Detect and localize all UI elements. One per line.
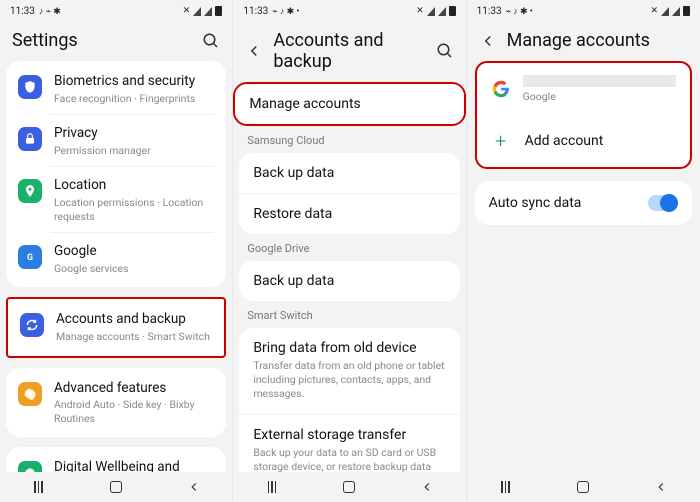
account-provider: Google <box>523 90 676 103</box>
list-card: Manage accounts <box>233 82 465 126</box>
row-sub: Google services <box>54 262 214 276</box>
row-label: Manage accounts <box>249 96 449 112</box>
row-sub: Permission manager <box>54 144 214 158</box>
back-icon[interactable] <box>245 42 263 60</box>
row-sub: Location permissions · Location requests <box>54 196 214 223</box>
screen-manage-accounts: 11:33⌁ ♪ ✱ • ✕ Manage accounts Google <box>467 0 700 502</box>
settings-row-circle[interactable]: Digital Wellbeing and <box>6 449 226 472</box>
list-card: Bring data from old device Transfer data … <box>239 328 459 472</box>
list-row[interactable]: Restore data <box>239 194 459 234</box>
row-label: Privacy <box>54 125 214 143</box>
row-label: Accounts and backup <box>56 311 212 329</box>
sync-icon <box>20 313 44 337</box>
add-account-row[interactable]: + Add account <box>477 115 690 167</box>
status-bar: 11:33⌁ ♪ ✱ • ✕ <box>233 0 465 22</box>
settings-card: Biometrics and securityFace recognition … <box>6 61 226 287</box>
list-row[interactable]: Back up data <box>239 261 459 301</box>
row-label: Back up data <box>253 165 445 181</box>
svg-text:G: G <box>27 253 33 263</box>
section-header: Samsung Cloud <box>233 126 465 153</box>
settings-card: Advanced featuresAndroid Auto · Side key… <box>6 368 226 438</box>
back-icon[interactable] <box>479 32 497 50</box>
account-email-redacted <box>523 75 676 87</box>
settings-row-shield[interactable]: Biometrics and securityFace recognition … <box>6 63 226 115</box>
nav-home[interactable] <box>334 478 364 496</box>
section-header: Smart Switch <box>233 301 465 328</box>
nav-recent[interactable] <box>491 478 521 496</box>
pin-icon <box>18 179 42 203</box>
nav-recent[interactable] <box>24 478 54 496</box>
screen-accounts-backup: 11:33⌁ ♪ ✱ • ✕ Accounts and backup Manag… <box>233 0 466 502</box>
page-title: Accounts and backup <box>273 30 425 72</box>
list-row[interactable]: Back up data <box>239 153 459 194</box>
search-icon[interactable] <box>202 32 220 50</box>
gear-icon <box>18 382 42 406</box>
row-label: Digital Wellbeing and <box>54 459 214 472</box>
nav-bar <box>0 472 232 502</box>
g-icon: G <box>18 245 42 269</box>
clock: 11:33 <box>10 6 35 17</box>
row-label: Biometrics and security <box>54 73 214 91</box>
list-row[interactable]: External storage transfer Back up your da… <box>239 415 459 472</box>
header: Manage accounts <box>467 22 700 61</box>
nav-back[interactable] <box>179 478 209 496</box>
clock: 11:33 <box>477 6 502 17</box>
account-row-google[interactable]: Google <box>477 63 690 115</box>
header: Accounts and backup <box>233 22 465 82</box>
nav-recent[interactable] <box>257 478 287 496</box>
add-account-label: Add account <box>525 133 604 149</box>
row-label: Bring data from old device <box>253 340 445 356</box>
nav-bar <box>233 472 465 502</box>
screen-settings: 11:33♪ ⌁ ✱ ✕ Settings Biometrics and sec… <box>0 0 233 502</box>
settings-row-gear[interactable]: Advanced featuresAndroid Auto · Side key… <box>6 370 226 436</box>
list-row[interactable]: Bring data from old device Transfer data … <box>239 328 459 415</box>
row-label: Advanced features <box>54 380 214 398</box>
row-sub: Manage accounts · Smart Switch <box>56 330 212 344</box>
settings-row-pin[interactable]: LocationLocation permissions · Location … <box>6 167 226 233</box>
clock: 11:33 <box>243 6 268 17</box>
settings-card: Accounts and backupManage accounts · Sma… <box>6 297 226 357</box>
row-label: Location <box>54 177 214 195</box>
header: Settings <box>0 22 232 61</box>
search-icon[interactable] <box>436 42 454 60</box>
shield-icon <box>18 75 42 99</box>
nav-home[interactable] <box>568 478 598 496</box>
row-sub: Android Auto · Side key · Bixby Routines <box>54 398 214 425</box>
plus-icon: + <box>491 129 511 153</box>
nav-home[interactable] <box>101 478 131 496</box>
row-label: Restore data <box>253 206 445 222</box>
row-sub: Face recognition · Fingerprints <box>54 92 214 106</box>
nav-bar <box>467 472 700 502</box>
section-header: Google Drive <box>233 234 465 261</box>
status-bar: 11:33⌁ ♪ ✱ • ✕ <box>467 0 700 22</box>
list-card: Back up data Restore data <box>239 153 459 234</box>
circle-icon <box>18 461 42 472</box>
auto-sync-row[interactable]: Auto sync data <box>475 181 692 225</box>
lock-icon <box>18 127 42 151</box>
settings-card: Digital Wellbeing and <box>6 447 226 472</box>
settings-row-lock[interactable]: PrivacyPermission manager <box>6 115 226 167</box>
page-title: Settings <box>12 30 192 51</box>
google-icon <box>491 79 511 99</box>
list-card: Back up data <box>239 261 459 301</box>
settings-row-sync[interactable]: Accounts and backupManage accounts · Sma… <box>8 301 224 353</box>
row-label: Google <box>54 243 214 261</box>
page-title: Manage accounts <box>507 30 688 51</box>
row-label: External storage transfer <box>253 427 445 443</box>
auto-sync-label: Auto sync data <box>489 195 648 211</box>
nav-back[interactable] <box>412 478 442 496</box>
auto-sync-toggle[interactable] <box>648 195 678 211</box>
status-bar: 11:33♪ ⌁ ✱ ✕ <box>0 0 232 22</box>
row-label: Back up data <box>253 273 445 289</box>
settings-row-g[interactable]: G GoogleGoogle services <box>6 233 226 285</box>
row-sub: Transfer data from an old phone or table… <box>253 359 445 402</box>
row-sub: Back up your data to an SD card or USB s… <box>253 446 445 472</box>
nav-back[interactable] <box>646 478 676 496</box>
list-row[interactable]: Manage accounts <box>235 84 463 124</box>
